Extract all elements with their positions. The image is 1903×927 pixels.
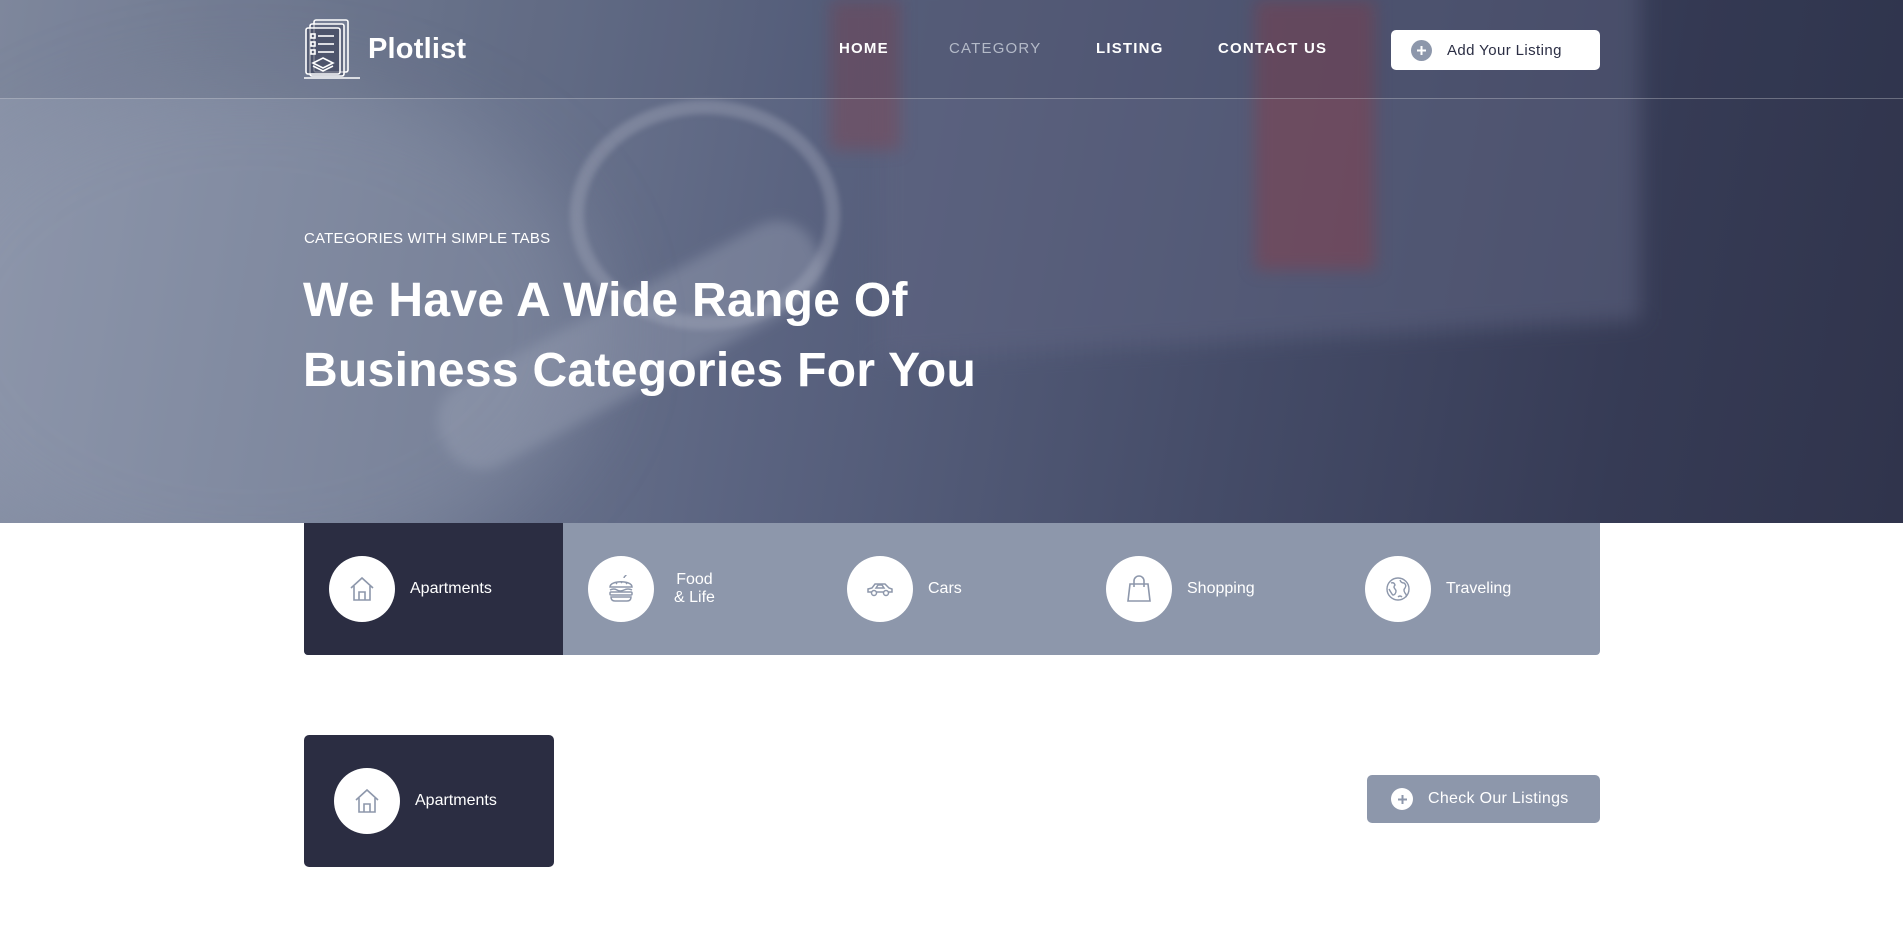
- hero-headline-line1: We Have A Wide Range Of: [303, 274, 908, 327]
- tab-apartments-label: Apartments: [410, 580, 492, 597]
- tab-traveling-label: Traveling: [1446, 580, 1512, 597]
- tab-shopping-label: Shopping: [1187, 580, 1255, 597]
- content-card-label: Apartments: [415, 792, 497, 809]
- shopping-bag-icon: [1106, 556, 1172, 622]
- category-tabs: Apartments Food & Life Cars Shopping Tra…: [304, 523, 1600, 655]
- document-stack-icon: [304, 18, 360, 80]
- nav-category[interactable]: CATEGORY: [949, 40, 1041, 57]
- plus-circle-icon: [1411, 39, 1432, 61]
- car-icon: [847, 556, 913, 622]
- hero-banner: Plotlist HOME CATEGORY LISTING CONTACT U…: [0, 0, 1903, 523]
- brand-logo[interactable]: Plotlist: [304, 18, 466, 80]
- hero-headline: We Have A Wide Range Of Business Categor…: [303, 266, 1063, 406]
- tab-cars-label: Cars: [928, 580, 962, 597]
- brand-name: Plotlist: [368, 32, 467, 65]
- add-your-listing-button[interactable]: Add Your Listing: [1391, 30, 1600, 70]
- nav-home[interactable]: HOME: [839, 40, 889, 57]
- globe-icon: [1365, 556, 1431, 622]
- nav-listing[interactable]: LISTING: [1096, 40, 1164, 57]
- check-our-listings-label: Check Our Listings: [1428, 790, 1569, 807]
- nav-contact-us[interactable]: CONTACT US: [1218, 40, 1327, 57]
- tab-apartments[interactable]: Apartments: [304, 523, 563, 655]
- tab-shopping[interactable]: Shopping: [1081, 523, 1340, 655]
- house-icon: [329, 556, 395, 622]
- hero-headline-line2: Business Categories For You: [303, 344, 977, 397]
- tab-traveling[interactable]: Traveling: [1340, 523, 1599, 655]
- burger-icon: [588, 556, 654, 622]
- add-your-listing-label: Add Your Listing: [1447, 41, 1562, 59]
- tab-food-life[interactable]: Food & Life: [563, 523, 822, 655]
- tab-food-life-label: Food & Life: [674, 571, 715, 606]
- apartments-content-card[interactable]: Apartments: [304, 735, 554, 867]
- plus-circle-icon: [1391, 788, 1413, 810]
- house-icon: [334, 768, 400, 834]
- hero-eyebrow: CATEGORIES WITH SIMPLE TABS: [304, 230, 551, 247]
- check-our-listings-button[interactable]: Check Our Listings: [1367, 775, 1600, 823]
- tab-cars[interactable]: Cars: [822, 523, 1081, 655]
